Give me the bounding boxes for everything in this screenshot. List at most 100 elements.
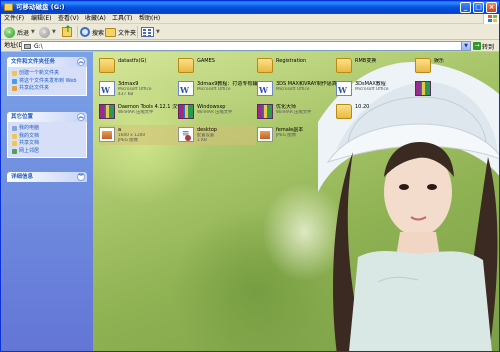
jpeg-image-icon	[99, 127, 115, 142]
folder-icon	[415, 58, 431, 73]
file-item[interactable]: Daemon Tools 4.12.1 汉化版 WinRAR 压缩文件	[99, 102, 178, 122]
menu-favorites[interactable]: 收藏(A)	[85, 15, 106, 23]
close-button[interactable]: ×	[486, 2, 497, 13]
link-label: 我的文档	[19, 132, 40, 139]
folders-button[interactable]: 文件夹	[105, 26, 136, 38]
collapse-icon[interactable]: ︽	[77, 113, 85, 121]
forward-arrow-icon: ›	[39, 26, 50, 38]
go-arrow-icon: →	[473, 42, 481, 50]
jpeg-image-icon	[257, 127, 273, 142]
search-button[interactable]: 搜索	[80, 26, 104, 38]
window-title: 可移动磁盘 (G:)	[16, 3, 65, 11]
toolbar-divider	[137, 26, 138, 38]
chevron-down-icon[interactable]: ▼	[156, 29, 160, 35]
word-document-icon	[257, 81, 273, 96]
chevron-down-icon[interactable]: ▼	[461, 42, 470, 50]
link-publish-web[interactable]: 将这个文件夹发布到 Web	[12, 78, 82, 85]
file-item[interactable]: 娱乐	[415, 56, 493, 76]
network-places-icon	[12, 148, 17, 154]
link-share-folder[interactable]: 共享此文件夹	[12, 85, 82, 92]
file-item[interactable]: 优化大师 WinRAR 压缩文件	[257, 102, 335, 122]
my-documents-icon	[12, 133, 17, 139]
menu-tools[interactable]: 工具(T)	[112, 15, 132, 23]
minimize-button[interactable]: _	[460, 2, 471, 13]
expand-icon[interactable]: ︾	[77, 173, 85, 181]
publish-web-icon	[12, 78, 17, 84]
menu-bar: 文件(F) 编辑(E) 查看(V) 收藏(A) 工具(T) 帮助(H)	[1, 14, 499, 24]
link-shared-documents[interactable]: 共享文档	[12, 140, 82, 147]
word-document-icon	[99, 81, 115, 96]
maximize-button[interactable]: □	[473, 2, 484, 13]
menu-view[interactable]: 查看(V)	[58, 15, 79, 23]
link-my-computer[interactable]: 我的电脑	[12, 125, 82, 132]
folder-icon	[336, 58, 352, 73]
rar-archive-icon	[178, 104, 194, 119]
link-label: 共享文档	[19, 140, 40, 146]
go-label: 转到	[482, 43, 495, 51]
explorer-window: 可移动磁盘 (G:) _ □ × 文件(F) 编辑(E) 查看(V) 收藏(A)…	[0, 0, 500, 352]
forward-button[interactable]: › ▼	[39, 26, 56, 38]
file-list: datastfx(G) GAMES Registration RMB变换 娱乐 …	[93, 52, 499, 351]
views-button[interactable]: ▼	[141, 26, 160, 38]
file-size: 437 KB	[118, 92, 134, 97]
file-size: 1 KB	[197, 138, 207, 143]
file-item[interactable]: Registration	[257, 56, 335, 76]
file-name: Registration	[276, 58, 307, 64]
folder-icon	[178, 58, 194, 73]
file-item[interactable]: 3dmax9教程：打造专有辅助高动效果 Microsoft Office	[178, 79, 257, 99]
link-my-documents[interactable]: 我的文档	[12, 133, 82, 140]
panel-header[interactable]: 文件和文件夹任务 ︽	[7, 57, 87, 67]
file-item[interactable]: RMB变换	[336, 56, 414, 76]
file-item[interactable]	[415, 79, 493, 99]
panel-title: 其它位置	[11, 114, 34, 120]
title-bar[interactable]: 可移动磁盘 (G:) _ □ ×	[1, 1, 499, 14]
file-item[interactable]: GAMES	[178, 56, 256, 76]
panel-header[interactable]: 详细信息 ︾	[7, 172, 87, 182]
file-type: WinRAR 压缩文件	[276, 110, 312, 115]
search-icon	[80, 27, 90, 37]
address-bar: 地址(D) ▼ → 转到	[1, 40, 499, 52]
my-computer-icon	[12, 126, 17, 131]
task-pane: 文件和文件夹任务 ︽ 创建一个新文件夹 将这个文件夹发布到 Web 共享此文件夹	[1, 52, 93, 351]
views-icon	[141, 27, 154, 37]
address-input[interactable]	[34, 42, 434, 50]
menu-edit[interactable]: 编辑(E)	[31, 15, 51, 23]
file-item[interactable]: female副本 JPEG 图像	[257, 125, 335, 145]
folder-icon	[257, 58, 273, 73]
file-type: Microsoft Office	[276, 87, 310, 92]
rar-archive-icon	[99, 104, 115, 119]
link-new-folder[interactable]: 创建一个新文件夹	[12, 70, 82, 77]
file-item[interactable]: 3DS MAX和VRAY制作逼真草莓的乡村油画大人 Microsoft Offi…	[257, 79, 336, 99]
word-document-icon	[178, 81, 194, 96]
link-network-places[interactable]: 网上邻居	[12, 148, 82, 155]
folders-icon	[105, 27, 116, 37]
file-item[interactable]: a 1600 x 1200 JPEG 图像	[99, 125, 177, 145]
menu-file[interactable]: 文件(F)	[4, 15, 24, 23]
panel-file-tasks: 文件和文件夹任务 ︽ 创建一个新文件夹 将这个文件夹发布到 Web 共享此文件夹	[7, 57, 87, 96]
new-folder-icon	[12, 71, 17, 76]
chevron-down-icon[interactable]: ▼	[31, 29, 35, 35]
file-item[interactable]: desktop 配置设置 1 KB	[178, 125, 256, 145]
chevron-down-icon[interactable]: ▼	[52, 29, 56, 35]
file-item[interactable]: 3DsMAX教程 Microsoft Office	[336, 79, 414, 99]
panel-header[interactable]: 其它位置 ︽	[7, 112, 87, 122]
panel-other-places: 其它位置 ︽ 我的电脑 我的文档 共享文档 网上邻居	[7, 112, 87, 158]
rar-archive-icon	[415, 81, 431, 96]
go-button[interactable]: → 转到	[473, 41, 497, 51]
back-button[interactable]: ‹ 后退 ▼	[4, 26, 35, 38]
file-type: WinRAR 压缩文件	[197, 110, 233, 115]
up-button[interactable]	[62, 25, 72, 38]
collapse-icon[interactable]: ︽	[77, 58, 85, 66]
panel-title: 文件和文件夹任务	[11, 59, 56, 65]
address-field[interactable]: ▼	[21, 41, 471, 51]
link-label: 创建一个新文件夹	[19, 70, 60, 76]
file-item[interactable]: Windowsxp WinRAR 压缩文件	[178, 102, 256, 122]
toolbar: ‹ 后退 ▼ › ▼ 搜索 文件夹 ▼	[1, 24, 499, 40]
back-label: 后退	[17, 29, 30, 37]
menu-help[interactable]: 帮助(H)	[139, 15, 160, 23]
file-type: JPEG 图像	[276, 133, 296, 138]
file-item[interactable]: 3dmax9 Microsoft Office 437 KB	[99, 79, 177, 99]
file-item[interactable]: datastfx(G)	[99, 56, 177, 76]
file-item[interactable]: 10.20	[336, 102, 414, 122]
link-label: 共享此文件夹	[19, 85, 50, 91]
